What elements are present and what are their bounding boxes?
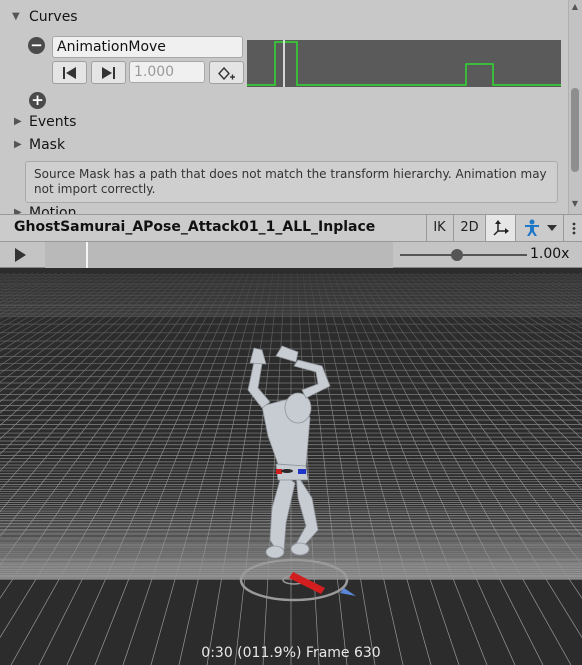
inspector-panel: ▼ Curves − AnimationMove 1.000 + ▶ Event… [0, 0, 568, 214]
warning-message: Source Mask has a path that does not mat… [34, 167, 547, 196]
dropdown-arrow-icon [547, 225, 557, 231]
previous-key-button[interactable] [52, 61, 87, 84]
collapse-triangle-icon[interactable]: ▼ [12, 11, 20, 22]
timeline-playhead[interactable] [86, 242, 88, 268]
plus-circle-icon[interactable]: + [29, 92, 46, 109]
scroll-up-arrow-icon[interactable]: ▲ [570, 2, 580, 12]
next-key-icon [102, 67, 115, 79]
pivot-toggle-button[interactable] [485, 215, 515, 241]
motion-foldout-label[interactable]: Motion [29, 205, 76, 214]
speed-slider-track[interactable] [400, 254, 527, 256]
events-foldout-label[interactable]: Events [29, 114, 76, 130]
play-icon[interactable] [15, 248, 26, 262]
mask-warning-helpbox: Source Mask has a path that does not mat… [25, 161, 558, 203]
avatar-figure-icon [525, 219, 539, 236]
add-keyframe-icon [218, 67, 235, 80]
curve-preview[interactable] [247, 40, 561, 87]
curve-graph [247, 40, 561, 87]
ik-toggle-button[interactable]: IK [426, 215, 452, 241]
hip-marker-red [276, 469, 282, 474]
pivot-axes-icon [493, 220, 509, 236]
preview-menu-button[interactable] [563, 215, 582, 241]
avatar-dropdown-button[interactable] [515, 215, 563, 241]
minus-circle-icon[interactable]: − [28, 37, 45, 54]
2d-toggle-button[interactable]: 2D [453, 215, 485, 241]
playback-status-label: 0:30 (011.9%) Frame 630 [201, 645, 381, 661]
events-expand-icon[interactable]: ▶ [14, 116, 22, 127]
add-keyframe-button[interactable] [209, 61, 244, 84]
motion-expand-icon[interactable]: ▶ [14, 207, 22, 214]
scroll-down-arrow-icon[interactable]: ▼ [570, 199, 580, 209]
hip-marker-blue [298, 469, 306, 474]
mask-foldout-label[interactable]: Mask [29, 137, 65, 153]
curve-name-field[interactable]: AnimationMove [52, 36, 243, 58]
previous-key-icon [63, 67, 76, 79]
mask-expand-icon[interactable]: ▶ [14, 139, 22, 150]
curves-foldout-label[interactable]: Curves [29, 9, 78, 25]
preview-viewport[interactable] [0, 268, 582, 665]
curve-value-field[interactable]: 1.000 [129, 61, 205, 83]
scrollbar-thumb[interactable] [571, 88, 579, 172]
more-vertical-icon [572, 222, 576, 235]
timeline-track[interactable] [45, 242, 393, 268]
scene-render [0, 268, 582, 665]
next-key-button[interactable] [91, 61, 126, 84]
preview-clip-title: GhostSamurai_APose_Attack01_1_ALL_Inplac… [14, 219, 376, 235]
speed-value-label: 1.00x [530, 246, 570, 262]
